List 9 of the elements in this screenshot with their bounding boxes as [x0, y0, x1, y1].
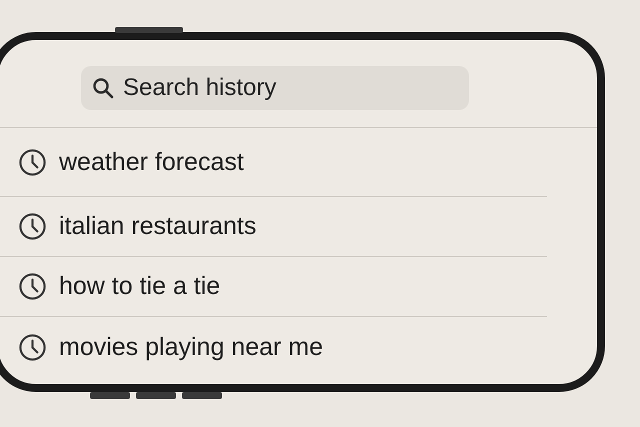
history-item[interactable]: italian restaurants — [59, 212, 256, 241]
clock-icon — [18, 272, 47, 301]
history-item[interactable]: movies playing near me — [59, 332, 324, 362]
history-item[interactable]: weather forecast — [59, 148, 244, 176]
search-field[interactable]: Search history — [81, 66, 469, 110]
clock-icon — [18, 332, 47, 362]
clock-icon — [18, 148, 47, 176]
clock-icon — [18, 212, 47, 241]
history-item[interactable]: how to tie a tie — [59, 272, 220, 301]
